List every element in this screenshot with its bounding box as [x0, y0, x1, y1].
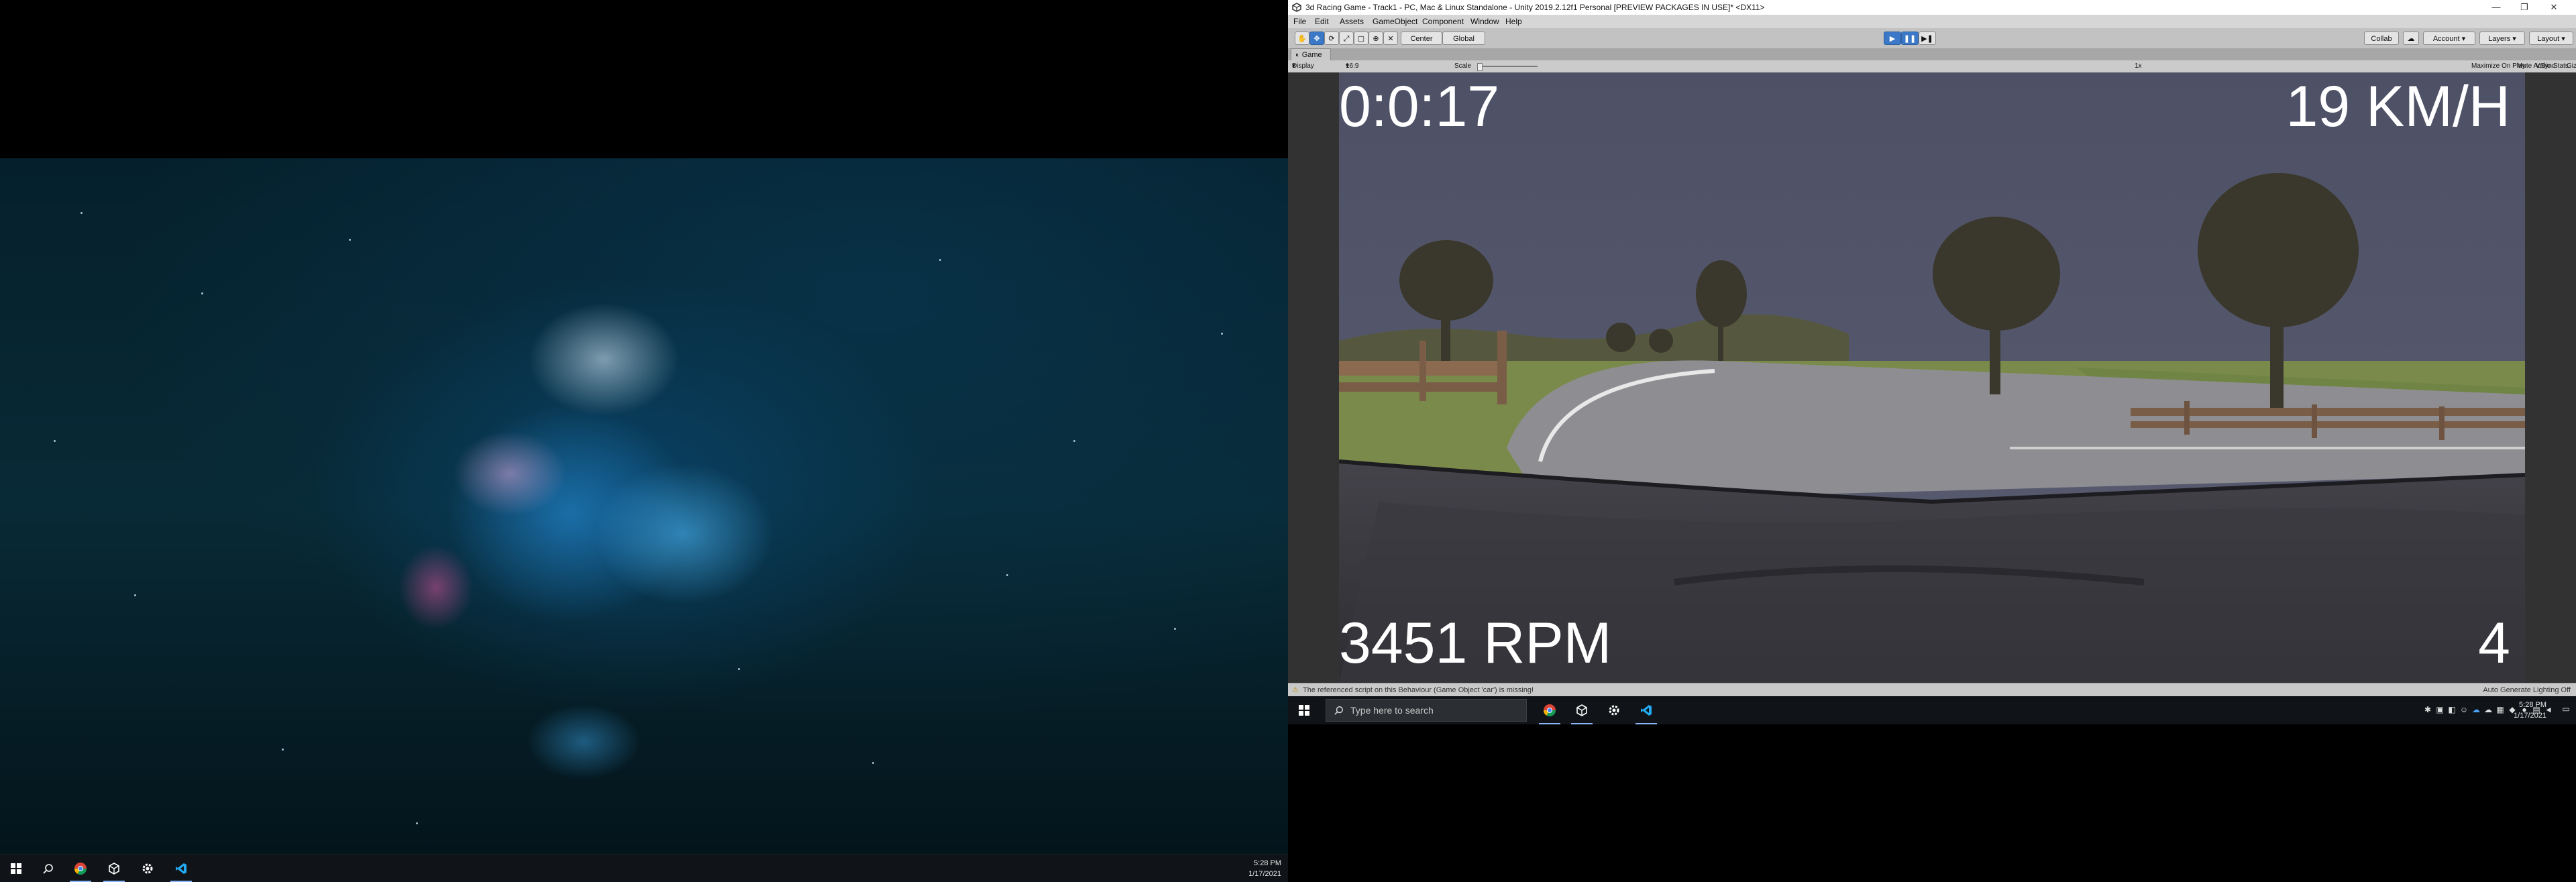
- clock-time: 5:28 PM: [2519, 701, 2546, 709]
- window-title: 3d Racing Game - Track1 - PC, Mac & Linu…: [1305, 3, 1765, 12]
- vscode-icon[interactable]: [165, 855, 197, 882]
- unity-hub-icon[interactable]: [1566, 696, 1598, 724]
- chip-icon[interactable]: ▦: [2496, 705, 2505, 714]
- play-button[interactable]: ▶: [1884, 32, 1901, 45]
- taskbar: 5:28 PM 1/17/2021: [0, 855, 1288, 882]
- status-bar[interactable]: ⚠ The referenced script on this Behaviou…: [1288, 683, 2576, 697]
- taskbar: Type here to search ✱ ▣ ◧ ☺ ☁ ☁ ▦ ◆ ● ▤ …: [1288, 696, 2576, 724]
- unity-title-bar[interactable]: 3d Racing Game - Track1 - PC, Mac & Linu…: [1288, 0, 2576, 15]
- space-toggle-button[interactable]: Global: [1442, 32, 1485, 45]
- display-dropdown[interactable]: Display 1 ▾: [1292, 60, 1314, 82]
- collab-label: Collab: [2371, 35, 2392, 43]
- unity-logo-icon: [1292, 3, 1301, 12]
- windows-start-icon[interactable]: [1288, 696, 1320, 724]
- layout-label: Layout: [2537, 35, 2560, 43]
- hand-tool-icon[interactable]: ✋: [1295, 32, 1309, 45]
- lighting-status[interactable]: Auto Generate Lighting Off: [2483, 683, 2571, 697]
- layers-label: Layers: [2488, 35, 2511, 43]
- layers-dropdown[interactable]: Layers ▾: [2479, 32, 2525, 45]
- menu-help[interactable]: Help: [1505, 15, 1522, 28]
- right-monitor: 3d Racing Game - Track1 - PC, Mac & Linu…: [1288, 0, 2576, 724]
- minimize-icon[interactable]: —: [2485, 0, 2508, 15]
- unity-toolbar: ✋ ✥ ⟳ ⤢ ▢ ⊕ ✕ Center Global ▶ ❚❚ ▶❚ Coll…: [1288, 28, 2576, 49]
- race-scene: [1339, 72, 2525, 683]
- clock-date: 1/17/2021: [1248, 870, 1281, 878]
- scale-label: Scale: [1454, 62, 1472, 70]
- cloud-icon[interactable]: ☁: [2403, 32, 2419, 45]
- transform-tool-icon[interactable]: ⊕: [1368, 32, 1383, 45]
- hud-rpm: 3451 RPM: [1339, 611, 1612, 675]
- taskbar-clock[interactable]: 5:28 PM 1/17/2021: [2514, 700, 2546, 721]
- close-icon[interactable]: ✕: [2542, 0, 2565, 15]
- menu-file[interactable]: File: [1293, 15, 1306, 28]
- tab-game-label: Game: [1301, 51, 1322, 59]
- aspect-label: 16:9: [1346, 62, 1359, 70]
- gizmos-dropdown[interactable]: Gizmos: [2567, 60, 2576, 72]
- pause-button[interactable]: ❚❚: [1901, 32, 1919, 45]
- search-placeholder: Type here to search: [1350, 705, 1434, 716]
- nebula-wallpaper: [0, 158, 1288, 855]
- tab-game[interactable]: ◐ Game: [1291, 48, 1331, 60]
- notification-icon[interactable]: ▭: [2561, 704, 2571, 714]
- unity-hub-icon[interactable]: [98, 855, 130, 882]
- game-view-controls: Display 1 ▾ 16:9 ▾ Scale 1x Maximize On …: [1288, 60, 2576, 82]
- clock-time: 5:28 PM: [1254, 859, 1281, 867]
- move-tool-icon[interactable]: ✥: [1309, 32, 1324, 45]
- hud-gear: 4: [2478, 611, 2510, 675]
- rotate-tool-icon[interactable]: ⟳: [1324, 32, 1339, 45]
- taskbar-search-input[interactable]: Type here to search: [1326, 699, 1527, 722]
- game-tab-bar: ◐ Game: [1288, 48, 2576, 61]
- custom-tool-icon[interactable]: ✕: [1383, 32, 1398, 45]
- maximize-icon[interactable]: ❐: [2513, 0, 2536, 15]
- menu-gameobject[interactable]: GameObject: [1373, 15, 1417, 28]
- space-label: Global: [1453, 35, 1474, 43]
- search-icon: [1334, 706, 1343, 715]
- gpu-icon[interactable]: ◧: [2447, 705, 2457, 714]
- vscode-icon[interactable]: [1630, 696, 1662, 724]
- step-button[interactable]: ▶❚: [1919, 32, 1936, 45]
- chrome-icon[interactable]: [1534, 696, 1566, 724]
- console-warning-message[interactable]: The referenced script on this Behaviour …: [1303, 683, 1534, 697]
- taskbar-clock[interactable]: 5:28 PM 1/17/2021: [1248, 858, 1281, 879]
- hud-timer: 0:0:17: [1339, 74, 1500, 139]
- scale-value: 1x: [2135, 62, 2142, 70]
- onedrive-icon[interactable]: ☁: [2471, 705, 2481, 714]
- windows-start-icon[interactable]: [0, 855, 32, 882]
- bluetooth-icon[interactable]: ✱: [2423, 705, 2432, 714]
- scale-slider[interactable]: [1477, 66, 1538, 67]
- pivot-toggle-button[interactable]: Center: [1401, 32, 1442, 45]
- menu-assets[interactable]: Assets: [1340, 15, 1364, 28]
- clock-date: 1/17/2021: [2514, 712, 2546, 720]
- cpu-icon[interactable]: ▣: [2435, 705, 2445, 714]
- account-label: Account: [2432, 35, 2460, 43]
- game-viewport[interactable]: 0:0:17 19 KM/H 3451 RPM 4: [1339, 72, 2525, 683]
- people-icon[interactable]: ☺: [2459, 705, 2469, 714]
- hud-speed: 19 KM/H: [2286, 74, 2510, 139]
- account-dropdown[interactable]: Account ▾: [2423, 32, 2475, 45]
- collab-button[interactable]: Collab: [2364, 32, 2399, 45]
- pivot-label: Center: [1410, 35, 1433, 43]
- menu-window[interactable]: Window: [1470, 15, 1499, 28]
- chrome-icon[interactable]: [64, 855, 97, 882]
- aspect-dropdown[interactable]: 16:9 ▾: [1346, 60, 1358, 72]
- settings-gear-icon[interactable]: [1598, 696, 1630, 724]
- scale-tool-icon[interactable]: ⤢: [1339, 32, 1354, 45]
- menu-edit[interactable]: Edit: [1315, 15, 1329, 28]
- menu-bar: File Edit Assets GameObject Component Wi…: [1288, 15, 2576, 29]
- settings-gear-icon[interactable]: [131, 855, 164, 882]
- game-view-panel: 0:0:17 19 KM/H 3451 RPM 4: [1288, 72, 2576, 683]
- menu-component[interactable]: Component: [1422, 15, 1464, 28]
- rect-tool-icon[interactable]: ▢: [1354, 32, 1368, 45]
- layout-dropdown[interactable]: Layout ▾: [2529, 32, 2573, 45]
- scale-slider-handle[interactable]: [1477, 63, 1483, 71]
- vsync-toggle[interactable]: VSync: [2536, 60, 2555, 72]
- search-icon[interactable]: [32, 855, 64, 882]
- left-monitor: 5:28 PM 1/17/2021: [0, 0, 1288, 882]
- warning-icon: ⚠: [1292, 686, 1299, 694]
- cloud-icon[interactable]: ☁: [2483, 705, 2493, 714]
